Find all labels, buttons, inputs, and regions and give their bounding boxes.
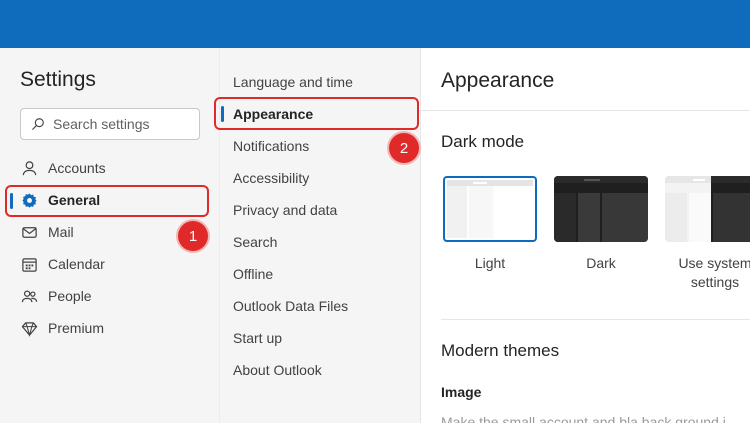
nav-item-premium[interactable]: Premium (20, 316, 104, 340)
divider (441, 319, 750, 320)
submenu-item-language-and-time[interactable]: Language and time (233, 71, 353, 93)
theme-option-light[interactable] (443, 176, 537, 242)
nav-item-label: Mail (48, 224, 74, 240)
dark-mode-heading: Dark mode (441, 132, 525, 151)
appearance-pane: Appearance Dark mode Light Dark Use syst… (420, 48, 750, 423)
submenu-item-accessibility[interactable]: Accessibility (233, 167, 309, 189)
diamond-icon (20, 319, 38, 337)
app-header-bar (0, 0, 750, 48)
submenu-item-about-outlook[interactable]: About Outlook (233, 359, 322, 381)
nav-item-mail[interactable]: Mail (20, 220, 74, 244)
search-settings-box[interactable] (20, 108, 200, 140)
settings-title: Settings (20, 68, 96, 91)
theme-option-use-system-settings[interactable] (665, 176, 750, 242)
nav-item-people[interactable]: People (20, 284, 92, 308)
theme-label-light: Light (474, 255, 506, 271)
nav-item-label: Accounts (48, 160, 106, 176)
modern-themes-description: Make the small account and bla back grou… (441, 414, 726, 423)
search-icon (32, 118, 44, 130)
submenu-item-outlook-data-files[interactable]: Outlook Data Files (233, 295, 348, 317)
system-theme-preview (665, 176, 750, 242)
callout-box-general (5, 185, 209, 217)
callout-badge-1: 1 (178, 221, 208, 251)
dark-theme-preview (554, 176, 648, 242)
callout-box-appearance (214, 97, 419, 130)
submenu-item-notifications[interactable]: Notifications (233, 135, 309, 157)
appearance-title: Appearance (441, 69, 555, 92)
theme-label-use-system-settings: Use system settings (678, 255, 750, 290)
light-theme-preview (447, 180, 533, 238)
nav-item-accounts[interactable]: Accounts (20, 156, 106, 180)
nav-item-label: Calendar (48, 256, 105, 272)
calendar-icon (20, 255, 38, 273)
callout-badge-2: 2 (389, 133, 419, 163)
nav-item-label: People (48, 288, 92, 304)
theme-label-dark: Dark (586, 255, 616, 271)
divider (421, 110, 750, 111)
submenu-item-start-up[interactable]: Start up (233, 327, 282, 349)
people-icon (20, 287, 38, 305)
submenu-item-search[interactable]: Search (233, 231, 277, 253)
submenu-item-offline[interactable]: Offline (233, 263, 273, 285)
nav-item-label: Premium (48, 320, 105, 336)
image-subheading: Image (441, 384, 482, 400)
submenu-item-privacy-and-data[interactable]: Privacy and data (233, 199, 337, 221)
theme-option-dark[interactable] (554, 176, 648, 242)
search-settings-input[interactable] (53, 116, 193, 132)
modern-themes-heading: Modern themes (441, 341, 560, 360)
person-icon (20, 159, 38, 177)
nav-item-calendar[interactable]: Calendar (20, 252, 105, 276)
mail-icon (20, 223, 38, 241)
